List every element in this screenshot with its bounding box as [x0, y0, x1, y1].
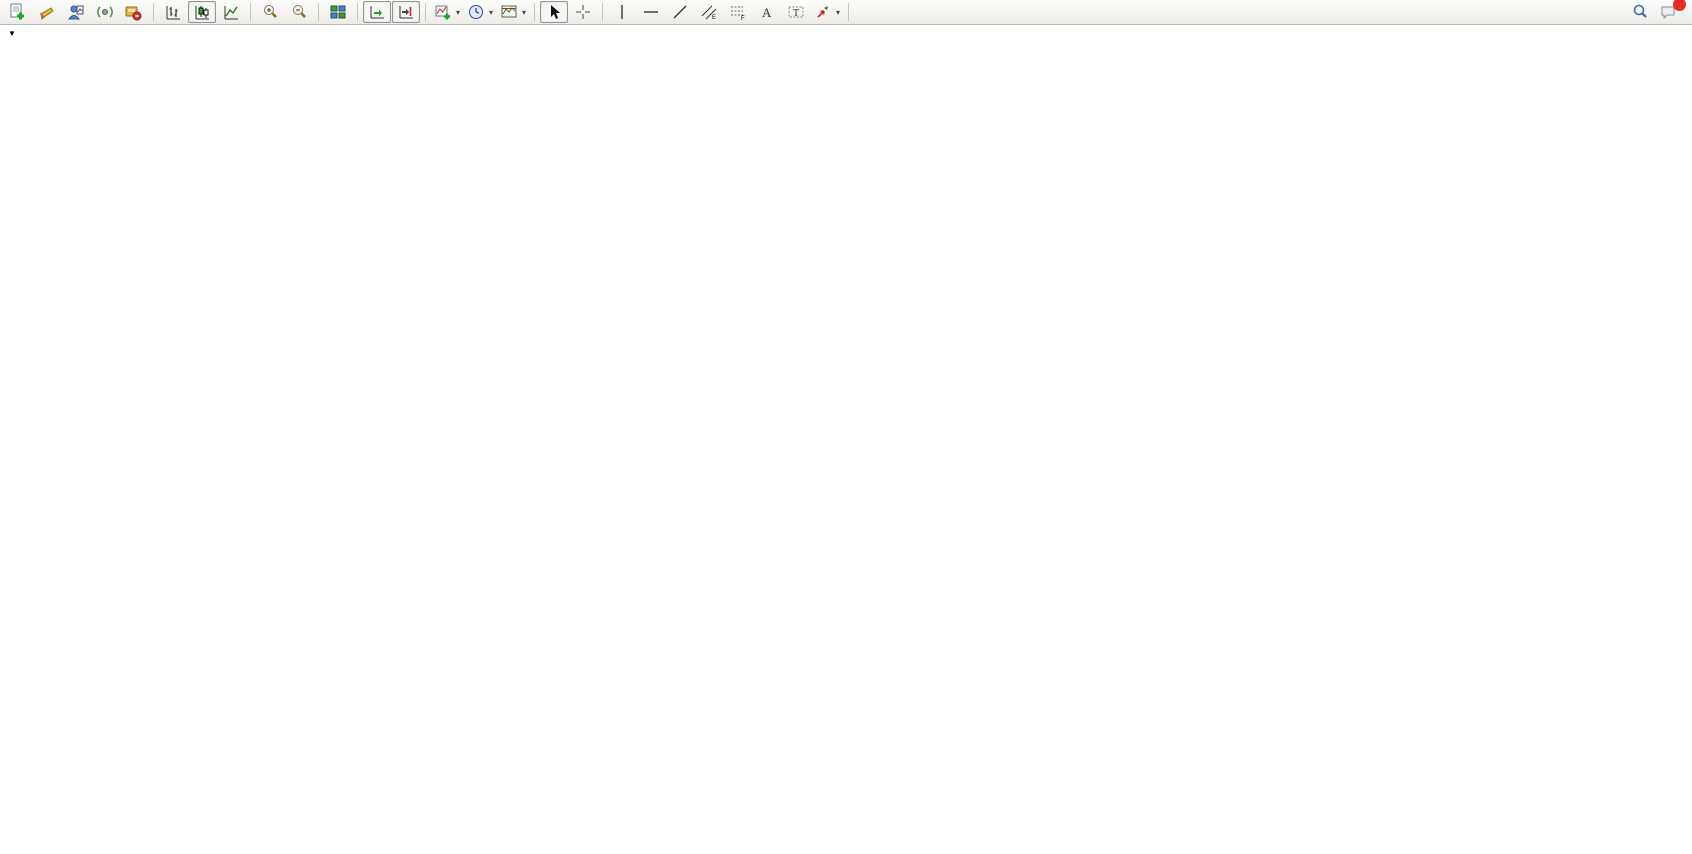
templates-dropdown-icon[interactable]: ▾ [522, 8, 526, 17]
chart-title: ▼ [8, 28, 26, 40]
terminal-icon [67, 3, 85, 21]
cursor-icon [545, 3, 563, 21]
svg-text:F: F [741, 16, 745, 21]
zoom-in-icon [261, 3, 279, 21]
auto-scroll-icon [368, 3, 386, 21]
market-watch-icon [38, 3, 56, 21]
new-order-icon [8, 3, 26, 21]
signals-button[interactable] [91, 1, 119, 23]
main-toolbar: ▾ ▾ ▾ [0, 0, 1692, 25]
symbol-dropdown-icon[interactable]: ▼ [8, 29, 16, 38]
toolbar-separator [357, 3, 358, 21]
text-label-tool-button[interactable]: T [782, 1, 810, 23]
rsi-label [7, 719, 10, 731]
notifications-button[interactable] [1654, 1, 1682, 23]
crosshair-tool-button[interactable] [569, 1, 597, 23]
trading-app-window: ▾ ▾ ▾ [0, 0, 1692, 854]
fibonacci-tool-button[interactable]: F [724, 1, 752, 23]
auto-scroll-button[interactable] [363, 1, 391, 23]
autotrading-icon [124, 3, 142, 21]
crosshair-icon [574, 3, 592, 21]
line-chart-icon [222, 3, 240, 21]
toolbar-separator [153, 3, 154, 21]
zoom-out-icon [290, 3, 308, 21]
bar-chart-icon [164, 3, 182, 21]
vertical-line-tool-button[interactable] [608, 1, 636, 23]
indicators-dropdown-icon[interactable]: ▾ [456, 8, 460, 17]
templates-button[interactable]: ▾ [497, 1, 529, 23]
arrows-icon [814, 3, 832, 21]
vertical-line-icon [613, 3, 631, 21]
arrows-dropdown-icon[interactable]: ▾ [836, 8, 840, 17]
templates-icon [500, 3, 518, 21]
chart-canvas[interactable] [0, 0, 1692, 854]
indicators-button[interactable]: ▾ [431, 1, 463, 23]
new-order-button[interactable] [4, 1, 32, 23]
toolbar-separator [602, 3, 603, 21]
equidistant-channel-icon: E [700, 3, 718, 21]
candlestick-icon [193, 3, 211, 21]
tile-windows-icon [329, 3, 347, 21]
trendline-icon [671, 3, 689, 21]
svg-text:E: E [712, 15, 716, 21]
macd-label [7, 605, 13, 617]
channel-tool-button[interactable]: E [695, 1, 723, 23]
notification-badge [1673, 0, 1686, 11]
cursor-tool-button[interactable] [540, 1, 568, 23]
line-chart-mode-button[interactable] [217, 1, 245, 23]
text-label-icon: T [787, 3, 805, 21]
svg-text:T: T [793, 8, 799, 19]
zoom-out-button[interactable] [285, 1, 313, 23]
chart-shift-icon [397, 3, 415, 21]
toolbar-separator [534, 3, 535, 21]
tile-windows-button[interactable] [324, 1, 352, 23]
clock-icon [467, 3, 485, 21]
search-button[interactable] [1626, 1, 1654, 23]
signals-icon [96, 3, 114, 21]
toolbar-separator [250, 3, 251, 21]
arrows-tool-button[interactable]: ▾ [811, 1, 843, 23]
market-watch-button[interactable] [33, 1, 61, 23]
toolbar-separator [848, 3, 849, 21]
indicators-icon [434, 3, 452, 21]
svg-text:A: A [762, 5, 772, 20]
horizontal-line-tool-button[interactable] [637, 1, 665, 23]
autotrading-button[interactable] [120, 1, 148, 23]
bar-chart-mode-button[interactable] [159, 1, 187, 23]
periods-button[interactable]: ▾ [464, 1, 496, 23]
chart-shift-button[interactable] [392, 1, 420, 23]
search-icon [1631, 3, 1649, 21]
toolbar-separator [318, 3, 319, 21]
horizontal-line-icon [642, 3, 660, 21]
text-tool-button[interactable]: A [753, 1, 781, 23]
terminal-button[interactable] [62, 1, 90, 23]
trendline-tool-button[interactable] [666, 1, 694, 23]
fibonacci-icon: F [729, 3, 747, 21]
text-icon: A [758, 3, 776, 21]
zoom-in-button[interactable] [256, 1, 284, 23]
periods-dropdown-icon[interactable]: ▾ [489, 8, 493, 17]
toolbar-separator [425, 3, 426, 21]
candlestick-mode-button[interactable] [188, 1, 216, 23]
